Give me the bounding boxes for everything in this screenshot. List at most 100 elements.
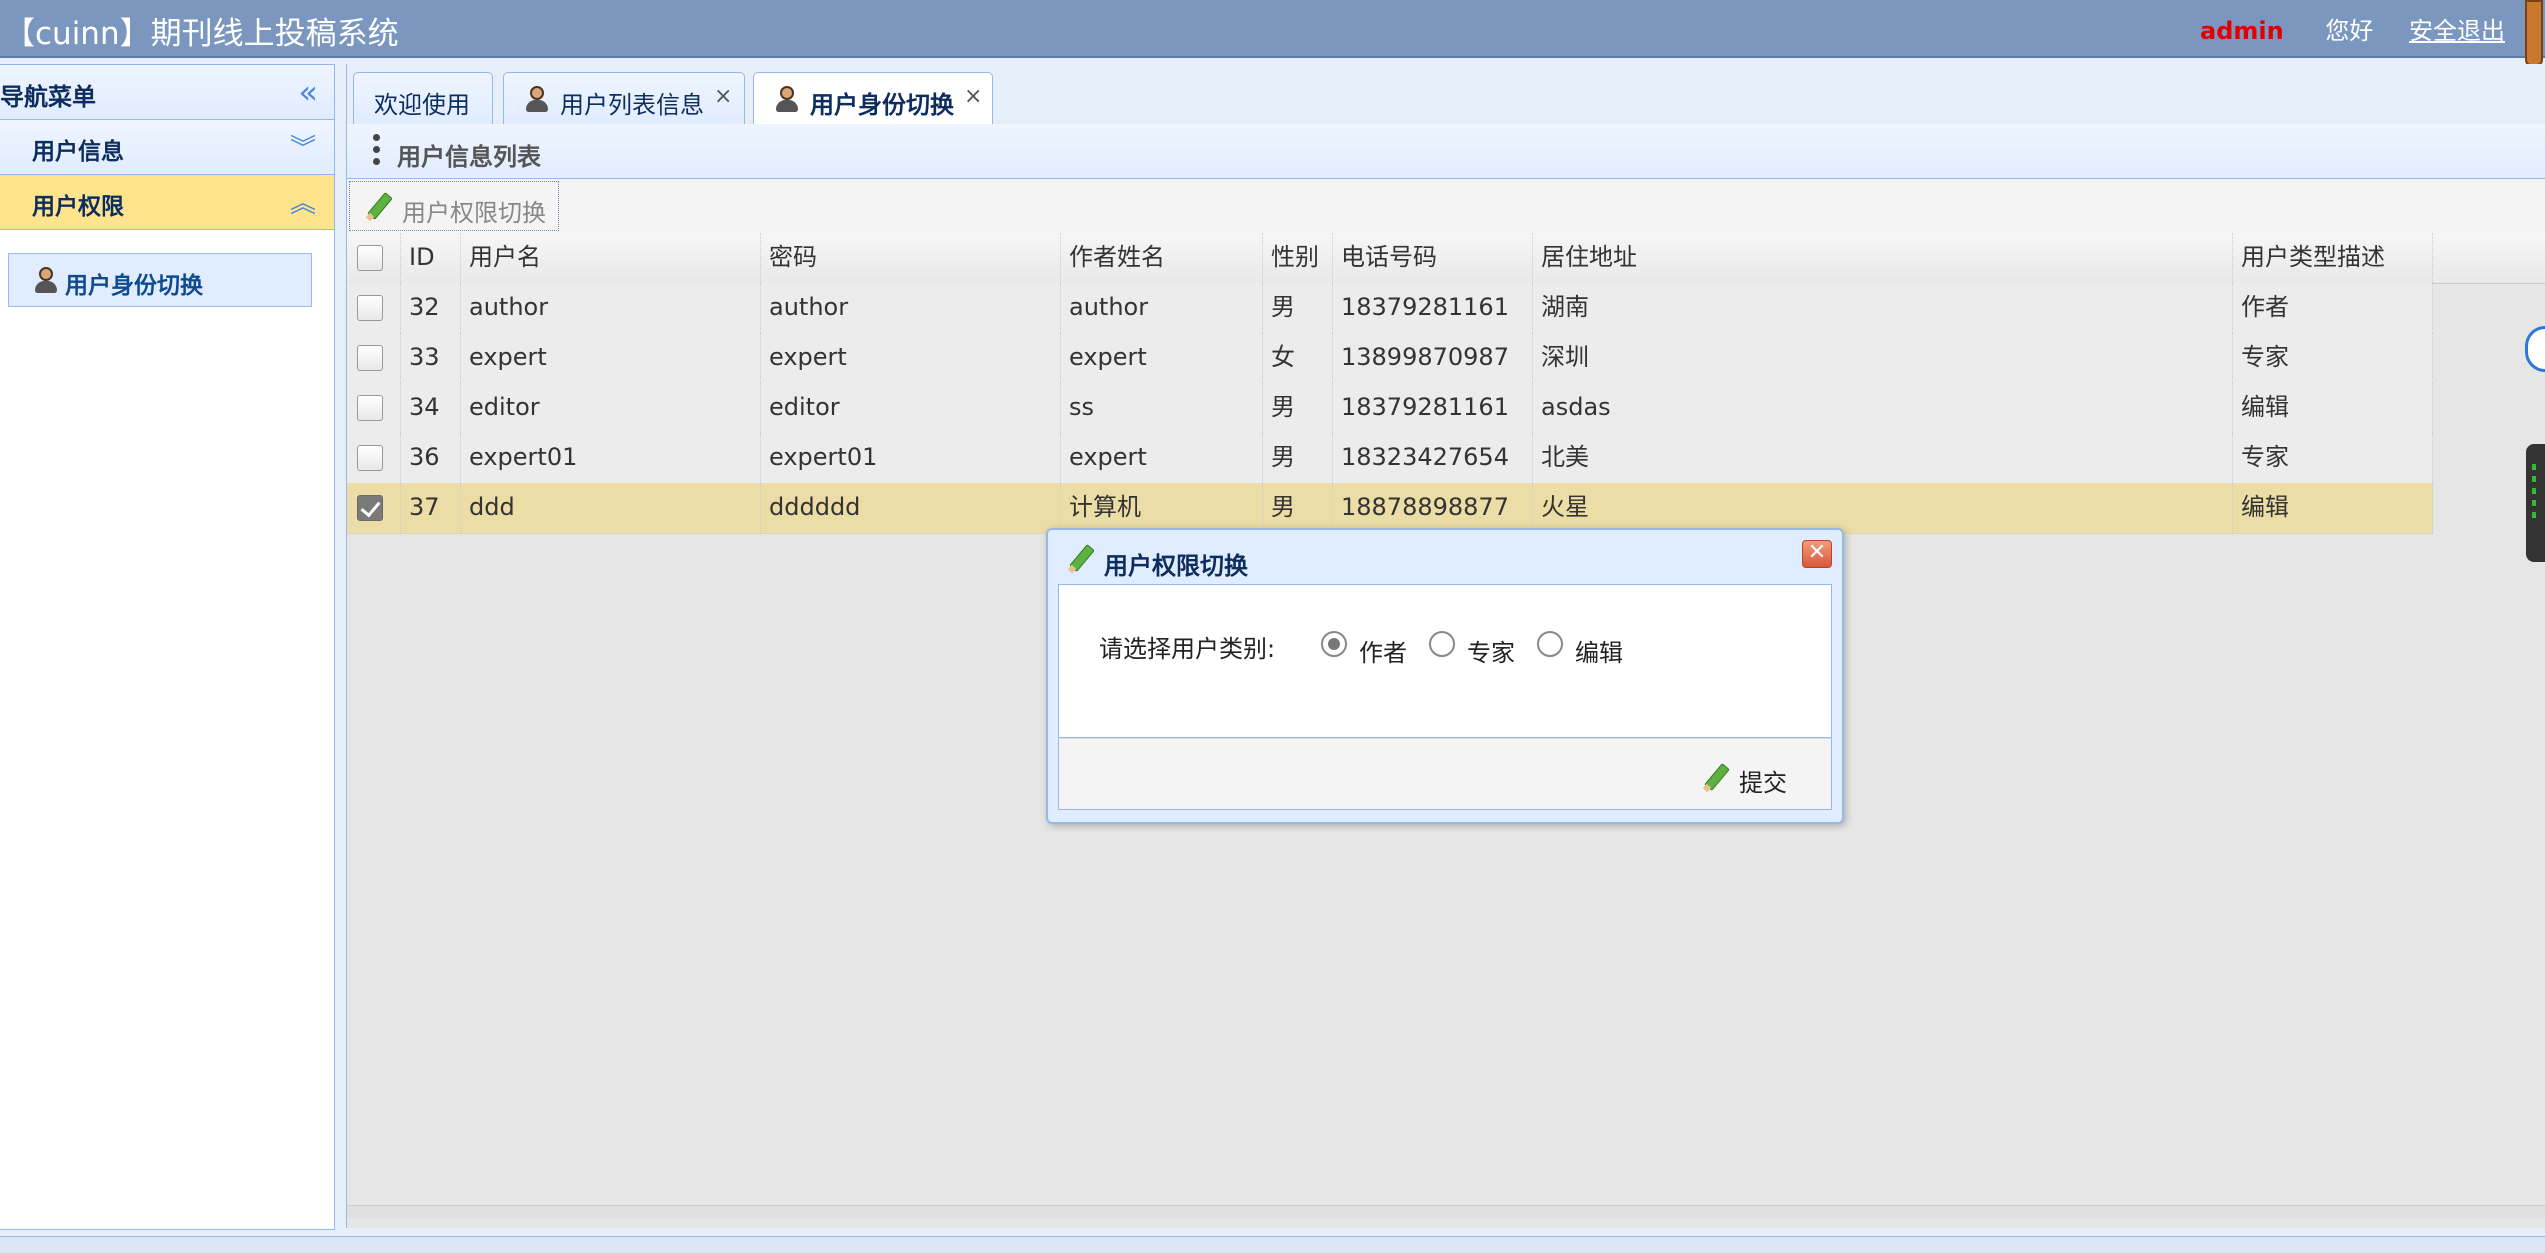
dialog-body: 请选择用户类别: 作者 专家 编辑 — [1058, 584, 1832, 738]
sidebar-group-label: 用户权限 — [32, 194, 124, 220]
cell-id: 37 — [401, 483, 461, 533]
row-checkbox[interactable] — [357, 345, 383, 371]
collapse-up-icon[interactable]: ︽ — [290, 183, 316, 220]
cell-user-type: 编辑 — [2233, 483, 2433, 533]
tab-user-list[interactable]: 用户列表信息 × — [503, 72, 745, 124]
tab-welcome[interactable]: 欢迎使用 — [353, 72, 493, 124]
table-row[interactable]: 36 expert01 expert01 expert 男 18323427654 北美 专家 — [347, 433, 2433, 484]
expand-down-icon[interactable]: ︾ — [290, 128, 316, 165]
grid-toolbar: 用户权限切换 — [347, 179, 2545, 233]
cell-username: ddd — [461, 483, 761, 533]
column-header-id[interactable]: ID — [401, 233, 461, 283]
side-widget-bar[interactable] — [2526, 444, 2545, 562]
tab-bar: 欢迎使用 用户列表信息 × 用户身份切换 × — [347, 64, 2545, 125]
button-label: 用户权限切换 — [402, 199, 546, 227]
user-avatar-icon — [33, 266, 59, 294]
sidebar-title: 导航菜单 — [0, 83, 96, 111]
cell-address: 北美 — [1533, 433, 2233, 483]
tab-label: 用户列表信息 — [560, 91, 704, 119]
collapse-left-icon[interactable]: « — [298, 73, 318, 111]
cell-address: 深圳 — [1533, 333, 2233, 383]
bottom-status-bar — [0, 1236, 2545, 1253]
cell-gender: 男 — [1263, 283, 1333, 333]
cell-gender: 男 — [1263, 383, 1333, 433]
column-header-username[interactable]: 用户名 — [461, 233, 761, 283]
sidebar-group-user-permission[interactable]: 用户权限 ︽ — [0, 175, 334, 230]
grid-horizontal-scrollbar[interactable] — [347, 1205, 2545, 1218]
tab-label: 欢迎使用 — [374, 91, 470, 119]
cell-user-type: 编辑 — [2233, 383, 2433, 433]
pencil-icon — [1701, 763, 1731, 793]
cell-address: asdas — [1533, 383, 2233, 433]
column-header-phone[interactable]: 电话号码 — [1333, 233, 1533, 283]
cell-id: 33 — [401, 333, 461, 383]
table-row[interactable]: 37 ddd dddddd 计算机男 18878898877 火星 编辑 — [347, 483, 2433, 534]
sidebar-header: 导航菜单 « — [0, 65, 334, 120]
cell-user-type: 作者 — [2233, 283, 2433, 333]
cell-author-name: author — [1061, 283, 1263, 333]
select-all-cell — [347, 233, 401, 283]
cell-password: expert — [761, 333, 1061, 383]
cell-password: editor — [761, 383, 1061, 433]
row-checkbox[interactable] — [357, 295, 383, 321]
greeting-text: 您好 — [2325, 17, 2374, 45]
cell-phone: 18379281161 — [1333, 383, 1533, 433]
panel-title-bar: 用户信息列表 — [347, 124, 2545, 179]
row-checkbox-cell — [347, 433, 401, 483]
cell-phone: 13899870987 — [1333, 333, 1533, 383]
radio-label-author[interactable]: 作者 — [1359, 633, 1407, 668]
pencil-icon — [1066, 544, 1096, 574]
tab-label: 用户身份切换 — [810, 91, 954, 119]
table-row[interactable]: 34 editor editor ss 男 18379281161 asdas 编辑 — [347, 383, 2433, 434]
cell-phone: 18379281161 — [1333, 283, 1533, 333]
row-checkbox[interactable] — [357, 495, 383, 521]
sidebar-group-label: 用户信息 — [32, 139, 124, 165]
submit-button[interactable]: 提交 — [1701, 759, 1811, 797]
table-row[interactable]: 32 author author author 男 18379281161 湖南 作者 — [347, 283, 2433, 334]
cell-user-type: 专家 — [2233, 333, 2433, 383]
cell-id: 32 — [401, 283, 461, 333]
row-checkbox[interactable] — [357, 395, 383, 421]
select-all-checkbox[interactable] — [357, 245, 383, 271]
permission-switch-dialog: 用户权限切换 ✕ 请选择用户类别: 作者 专家 编辑 提交 — [1046, 528, 1844, 824]
table-row[interactable]: 33 expert expert expert 女 13899870987 深圳 专家 — [347, 333, 2433, 384]
tab-close-icon[interactable]: × — [714, 84, 732, 109]
logout-link[interactable]: 安全退出 — [2409, 17, 2505, 45]
radio-expert[interactable] — [1429, 631, 1455, 657]
cell-username: editor — [461, 383, 761, 433]
radio-label-expert[interactable]: 专家 — [1467, 633, 1515, 668]
grid-header: ID 用户名 密码 作者姓名 性别 电话号码 居住地址 用户类型描述 — [347, 233, 2545, 284]
column-header-user-type[interactable]: 用户类型描述 — [2233, 233, 2433, 283]
column-header-gender[interactable]: 性别 — [1263, 233, 1333, 283]
cell-gender: 男 — [1263, 433, 1333, 483]
cell-author-name: 计算机 — [1061, 483, 1263, 533]
cell-password: dddddd — [761, 483, 1061, 533]
row-checkbox-cell — [347, 333, 401, 383]
user-avatar-icon — [524, 85, 550, 113]
column-header-address[interactable]: 居住地址 — [1533, 233, 2233, 283]
current-user-name: admin — [2200, 17, 2284, 45]
row-checkbox[interactable] — [357, 445, 383, 471]
cell-phone: 18323427654 — [1333, 433, 1533, 483]
sidebar-item-identity-switch[interactable]: 用户身份切换 — [8, 253, 312, 307]
cell-author-name: expert — [1061, 433, 1263, 483]
tab-identity-switch[interactable]: 用户身份切换 × — [753, 72, 993, 125]
header-scroll-handle[interactable] — [2525, 0, 2543, 66]
tab-close-icon[interactable]: × — [964, 84, 982, 109]
dialog-close-button[interactable]: ✕ — [1802, 540, 1832, 568]
sidebar-group-user-info[interactable]: 用户信息 ︾ — [0, 120, 334, 175]
vertical-dots-icon — [373, 134, 381, 170]
cell-username: expert — [461, 333, 761, 383]
radio-label-editor[interactable]: 编辑 — [1575, 633, 1623, 668]
permission-switch-button[interactable]: 用户权限切换 — [349, 181, 559, 231]
radio-author[interactable] — [1321, 631, 1347, 657]
column-header-password[interactable]: 密码 — [761, 233, 1061, 283]
radio-editor[interactable] — [1537, 631, 1563, 657]
row-checkbox-cell — [347, 383, 401, 433]
sidebar-item-label: 用户身份切换 — [65, 273, 203, 299]
column-header-author-name[interactable]: 作者姓名 — [1061, 233, 1263, 283]
cell-address: 火星 — [1533, 483, 2233, 533]
app-header: 【cuinn】期刊线上投稿系统 admin 您好 安全退出 — [0, 0, 2545, 66]
cell-gender: 女 — [1263, 333, 1333, 383]
cell-user-type: 专家 — [2233, 433, 2433, 483]
